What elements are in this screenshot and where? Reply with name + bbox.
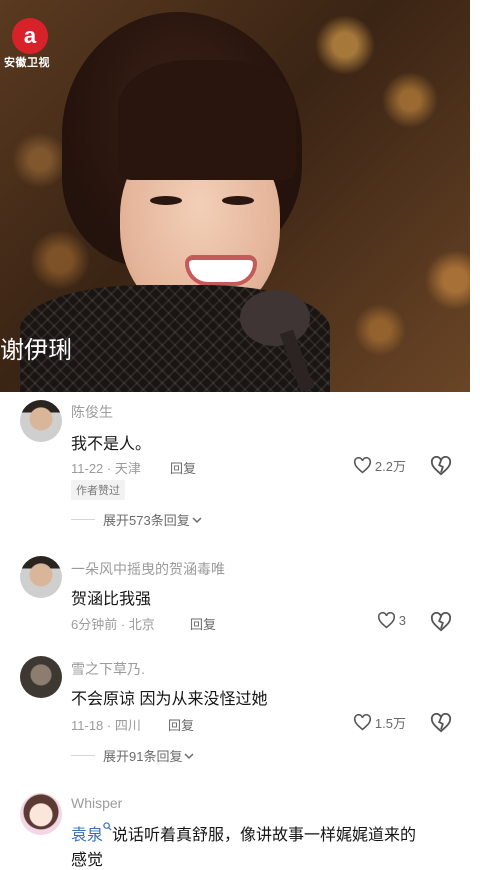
like-button[interactable]: 2.2万 bbox=[353, 456, 406, 475]
reply-button[interactable]: 回复 bbox=[170, 458, 196, 477]
broken-heart-icon[interactable] bbox=[430, 713, 452, 733]
heart-outline-icon bbox=[353, 457, 371, 474]
comment-meta: 11-18 · 四川 bbox=[71, 718, 141, 733]
like-count: 3 bbox=[398, 613, 406, 628]
comment-text-line2: 感觉 bbox=[71, 852, 104, 869]
expand-replies-label: 展开573条回复 bbox=[103, 513, 190, 528]
divider-line bbox=[71, 755, 95, 756]
avatar[interactable] bbox=[20, 793, 62, 835]
video-smile bbox=[185, 255, 257, 286]
comment-username[interactable]: Whisper bbox=[71, 795, 122, 811]
comment-text-body: 说话听着真舒服，像讲故事一样娓娓道来的 bbox=[112, 827, 417, 844]
comment-text: 袁泉 说话听着真舒服，像讲故事一样娓娓道来的 bbox=[71, 821, 416, 845]
microphone bbox=[240, 290, 310, 346]
expand-replies-button[interactable]: 展开573条回复 bbox=[71, 510, 202, 529]
comment-username[interactable]: 一朵风中摇曳的贺涵毒唯 bbox=[71, 559, 225, 579]
channel-logo-icon: a bbox=[12, 18, 48, 54]
comment-text: 不会原谅 因为从来没怪过她 bbox=[71, 691, 268, 708]
chevron-down-icon bbox=[184, 752, 194, 759]
heart-outline-icon bbox=[353, 714, 371, 731]
comment-meta: 11-22 · 天津 bbox=[71, 461, 141, 476]
like-count: 1.5万 bbox=[374, 716, 406, 731]
video-frame[interactable]: a 安徽卫视 谢伊琍 bbox=[0, 0, 470, 392]
heart-outline-icon bbox=[377, 612, 395, 629]
avatar[interactable] bbox=[20, 400, 62, 442]
divider-line bbox=[71, 519, 95, 520]
author-liked-badge: 作者赞过 bbox=[71, 480, 125, 500]
comment-username[interactable]: 陈俊生 bbox=[71, 402, 113, 422]
comment-username[interactable]: 雪之下草乃. bbox=[71, 659, 145, 679]
scroll-gutter bbox=[470, 0, 480, 392]
video-caption: 谢伊琍 bbox=[0, 336, 72, 364]
video-eye bbox=[150, 196, 182, 205]
search-icon bbox=[103, 822, 112, 831]
like-button[interactable]: 3 bbox=[377, 612, 406, 629]
video-bangs bbox=[118, 60, 296, 180]
comment-text: 我不是人。 bbox=[71, 436, 152, 453]
video-eye bbox=[222, 196, 254, 205]
broken-heart-icon[interactable] bbox=[430, 612, 452, 632]
comment-meta: 6分钟前 · 北京 bbox=[71, 617, 155, 632]
expand-replies-label: 展开91条回复 bbox=[103, 749, 183, 764]
channel-logo-text: 安徽卫视 bbox=[4, 57, 50, 69]
broken-heart-icon[interactable] bbox=[430, 456, 452, 476]
mention-link[interactable]: 袁泉 bbox=[71, 827, 103, 844]
like-count: 2.2万 bbox=[374, 459, 406, 474]
reply-button[interactable]: 回复 bbox=[168, 715, 194, 734]
avatar[interactable] bbox=[20, 656, 62, 698]
expand-replies-button[interactable]: 展开91条回复 bbox=[71, 746, 194, 765]
chevron-down-icon bbox=[192, 516, 202, 523]
avatar[interactable] bbox=[20, 556, 62, 598]
like-button[interactable]: 1.5万 bbox=[353, 713, 406, 732]
reply-button[interactable]: 回复 bbox=[190, 614, 216, 633]
comment-text: 贺涵比我强 bbox=[71, 591, 152, 608]
